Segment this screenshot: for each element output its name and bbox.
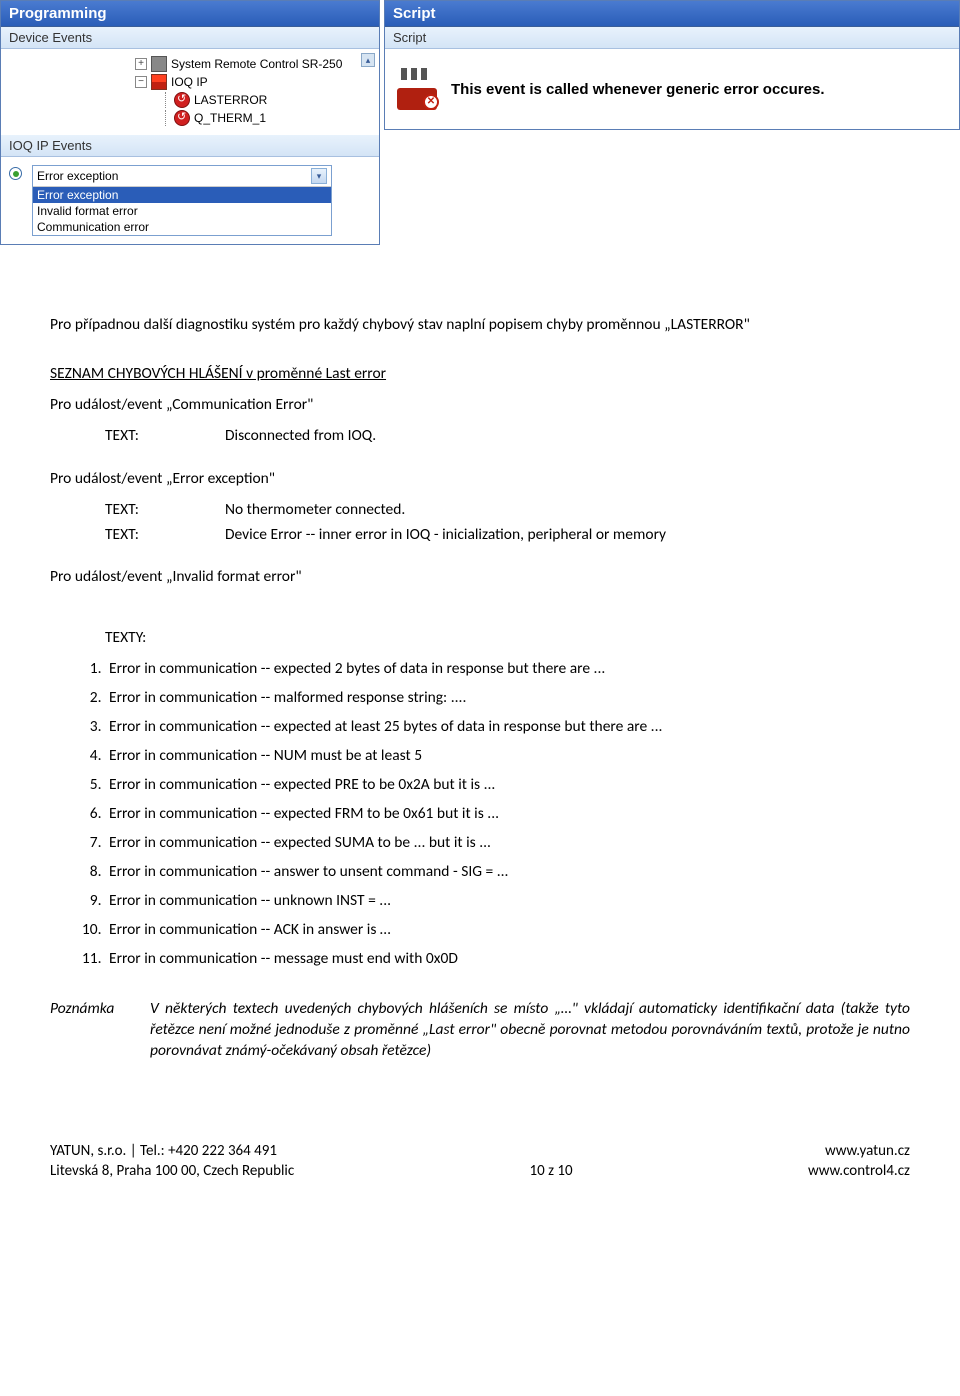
dropdown-item[interactable]: Communication error xyxy=(33,219,331,235)
text-value: Disconnected from IOQ. xyxy=(225,426,376,447)
device-events-header[interactable]: Device Events xyxy=(1,27,379,49)
script-panel: Script Script ✕ This event is called whe… xyxy=(384,0,960,130)
list-item: Error in communication -- expected 2 byt… xyxy=(105,659,910,680)
tree-node-sr250[interactable]: + System Remote Control SR-250 xyxy=(5,55,375,73)
dropdown-item[interactable]: Invalid format error xyxy=(33,203,331,219)
text-label: TEXT: xyxy=(105,525,225,546)
events-dropdown[interactable]: Error exception ▾ Error exception Invali… xyxy=(32,165,332,236)
list-item: Error in communication -- ACK in answer … xyxy=(105,920,910,941)
section-title: SEZNAM CHYBOVÝCH HLÁŠENÍ v proměnné Last… xyxy=(50,364,910,385)
texty-label: TEXTY: xyxy=(50,628,910,649)
event-heading: Pro událost/event „Invalid format error" xyxy=(50,567,910,588)
text-row: TEXT: Device Error -- inner error in IOQ… xyxy=(50,525,910,546)
tree-node-qtherm[interactable]: Q_THERM_1 xyxy=(5,109,375,127)
scroll-up-icon[interactable]: ▴ xyxy=(361,53,375,67)
alert-badge-icon: ✕ xyxy=(423,94,439,110)
device-icon xyxy=(151,56,167,72)
radio-selected-icon[interactable] xyxy=(9,167,22,180)
note-text: V některých textech uvedených chybových … xyxy=(150,999,910,1062)
tree-node-ioq[interactable]: − IOQ IP xyxy=(5,73,375,91)
list-item: Error in communication -- expected at le… xyxy=(105,717,910,738)
text-label: TEXT: xyxy=(105,426,225,447)
ioq-events-header[interactable]: IOQ IP Events xyxy=(1,135,379,157)
programming-panel: Programming Device Events ▴ + System Rem… xyxy=(0,0,380,245)
error-list: Error in communication -- expected 2 byt… xyxy=(50,659,910,969)
list-item: Error in communication -- message must e… xyxy=(105,949,910,970)
error-icon xyxy=(174,110,190,126)
programming-title: Programming xyxy=(1,1,379,27)
script-sub[interactable]: Script xyxy=(385,27,959,49)
dropdown-item[interactable]: Error exception xyxy=(33,187,331,203)
footer-address: Litevská 8, Praha 100 00, Czech Republic xyxy=(50,1162,294,1182)
page-footer: YATUN, s.r.o. | Tel.: +420 222 364 491 L… xyxy=(0,1142,960,1201)
list-item: Error in communication -- expected PRE t… xyxy=(105,775,910,796)
expand-minus-icon[interactable]: − xyxy=(135,76,147,88)
list-item: Error in communication -- malformed resp… xyxy=(105,688,910,709)
list-item: Error in communication -- unknown INST =… xyxy=(105,891,910,912)
list-item: Error in communication -- answer to unse… xyxy=(105,862,910,883)
chevron-down-icon[interactable]: ▾ xyxy=(311,168,327,184)
ioq-icon xyxy=(151,74,167,90)
script-event-icon: ✕ xyxy=(397,68,439,110)
tree-node-lasterror[interactable]: LASTERROR xyxy=(5,91,375,109)
text-label: TEXT: xyxy=(105,500,225,521)
text-value: Device Error -- inner error in IOQ - ini… xyxy=(225,525,666,546)
error-icon xyxy=(174,92,190,108)
document-body: Pro případnou další diagnostiku systém p… xyxy=(0,245,960,1092)
dropdown-selected-label: Error exception xyxy=(37,169,118,183)
dropdown-list: Error exception Invalid format error Com… xyxy=(33,186,331,235)
list-item: Error in communication -- expected FRM t… xyxy=(105,804,910,825)
text-value: No thermometer connected. xyxy=(225,500,405,521)
tree-label: System Remote Control SR-250 xyxy=(171,57,342,71)
list-item: Error in communication -- NUM must be at… xyxy=(105,746,910,767)
event-heading: Pro událost/event „Communication Error" xyxy=(50,395,910,416)
text-row: TEXT: Disconnected from IOQ. xyxy=(50,426,910,447)
list-item: Error in communication -- expected SUMA … xyxy=(105,833,910,854)
footer-url: www.yatun.cz xyxy=(808,1142,910,1162)
note-row: Poznámka V některých textech uvedených c… xyxy=(50,999,910,1062)
footer-url: www.control4.cz xyxy=(808,1162,910,1182)
tree-label: Q_THERM_1 xyxy=(194,111,266,125)
intro-paragraph: Pro případnou další diagnostiku systém p… xyxy=(50,315,910,336)
page-number: 10 z 10 xyxy=(530,1162,573,1182)
script-title: Script xyxy=(385,1,959,27)
tree-label: IOQ IP xyxy=(171,75,208,89)
footer-company: YATUN, s.r.o. | Tel.: +420 222 364 491 xyxy=(50,1142,294,1162)
note-label: Poznámka xyxy=(50,999,130,1062)
tree-label: LASTERROR xyxy=(194,93,267,107)
text-row: TEXT: No thermometer connected. xyxy=(50,500,910,521)
event-heading: Pro událost/event „Error exception" xyxy=(50,469,910,490)
script-description: This event is called whenever generic er… xyxy=(451,81,825,98)
expand-plus-icon[interactable]: + xyxy=(135,58,147,70)
